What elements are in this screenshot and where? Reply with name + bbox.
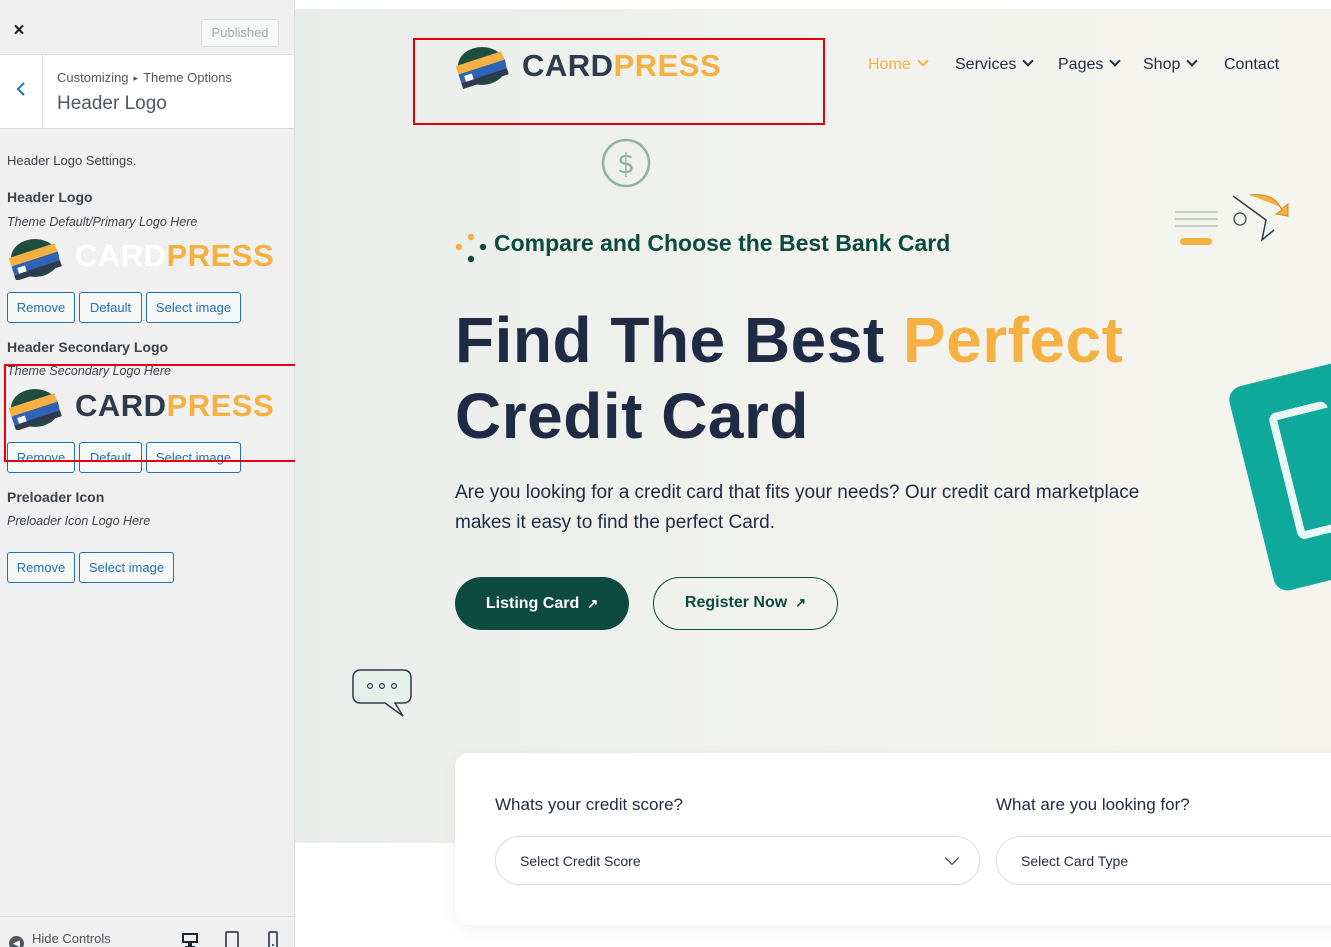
site-preview: CARDPRESS Home Services Pages Shop Conta…	[295, 0, 1331, 947]
breadcrumb: Customizing ▸ Theme Options	[57, 70, 232, 85]
dollar-coin-icon: $	[601, 138, 651, 188]
header-logo-label: Header Logo	[7, 189, 93, 205]
customizer-header: × Published	[0, 0, 294, 55]
card-type-label: What are you looking for?	[996, 795, 1190, 814]
headline-part2: Credit Card	[455, 380, 809, 452]
headline-part1: Find The Best	[455, 304, 903, 376]
header-logo-preview: CARDPRESS	[6, 236, 274, 281]
section-header: Customizing ▸ Theme Options Header Logo	[0, 55, 294, 129]
preloader-icon-description: Preloader Icon Logo Here	[7, 514, 151, 528]
mobile-icon[interactable]	[264, 931, 282, 947]
customizer-sidebar: × Published Customizing ▸ Theme Options He…	[0, 0, 295, 947]
chevron-down-icon	[1186, 55, 1199, 67]
preloader-remove-button[interactable]: Remove	[7, 552, 75, 583]
tablet-icon[interactable]	[223, 931, 241, 947]
card-type-select[interactable]: Select Card Type	[996, 836, 1331, 885]
desktop-icon[interactable]	[181, 931, 199, 947]
preloader-icon-label: Preloader Icon	[7, 489, 105, 505]
logo-wordmark: CARDPRESS	[75, 238, 274, 274]
preview-top-strip	[295, 0, 1331, 9]
header-logo-description: Theme Default/Primary Logo Here	[7, 215, 198, 229]
arrow-up-right-icon: ↗	[587, 596, 599, 611]
logo-text-part2: PRESS	[166, 238, 275, 273]
published-button[interactable]: Published	[201, 19, 279, 47]
breadcrumb-item: Customizing	[57, 70, 129, 85]
preloader-select-image-button[interactable]: Select image	[79, 552, 174, 583]
svg-text:$: $	[617, 147, 635, 180]
close-icon[interactable]: ×	[0, 0, 38, 55]
chat-bubble-icon	[352, 669, 412, 717]
highlight-box-header-logo	[413, 38, 825, 125]
logo-text-part1: CARD	[75, 238, 167, 273]
nav-shop[interactable]: Shop	[1143, 55, 1199, 74]
dots-icon	[455, 233, 487, 263]
secondary-logo-label: Header Secondary Logo	[7, 339, 169, 355]
header-logo-remove-button[interactable]: Remove	[7, 292, 75, 323]
collapse-arrow-icon: ◀	[9, 936, 24, 947]
settings-intro: Header Logo Settings.	[7, 153, 137, 168]
nav-contact[interactable]: Contact	[1224, 56, 1279, 74]
hero-tagline: Compare and Choose the Best Bank Card	[494, 230, 951, 256]
headline-accent: Perfect	[902, 304, 1124, 376]
falling-coin-arrow-icon	[1175, 194, 1289, 245]
register-now-button[interactable]: Register Now ↗	[653, 577, 838, 630]
nav-home[interactable]: Home	[868, 55, 929, 74]
header-logo-select-image-button[interactable]: Select image	[146, 292, 241, 323]
hide-controls-button[interactable]: ◀ Hide Controls	[9, 931, 111, 947]
header-logo-default-button[interactable]: Default	[79, 292, 142, 323]
credit-score-select[interactable]: Select Credit Score	[495, 836, 980, 885]
chevron-down-icon	[917, 55, 929, 67]
card-type-value: Select Card Type	[1021, 853, 1129, 869]
hero-paragraph: Are you looking for a credit card that f…	[455, 482, 1140, 533]
hero-headline: Find The Best Perfect Credit Card	[455, 302, 1123, 454]
nav-pages[interactable]: Pages	[1058, 55, 1122, 74]
nav-services[interactable]: Services	[955, 55, 1035, 74]
chevron-down-icon	[944, 850, 960, 866]
breadcrumb-separator-icon: ▸	[133, 73, 139, 83]
listing-card-button[interactable]: Listing Card ↗	[455, 577, 629, 630]
arrow-up-right-icon: ↗	[795, 595, 807, 610]
card-logo-icon	[8, 239, 62, 281]
chevron-down-icon	[1109, 55, 1122, 67]
credit-score-value: Select Credit Score	[520, 853, 641, 869]
customizer-footer: ◀ Hide Controls	[0, 916, 294, 947]
highlight-box-secondary-logo	[4, 364, 327, 462]
card-search-panel: Whats your credit score? Select Credit S…	[455, 753, 1331, 925]
credit-score-label: Whats your credit score?	[495, 795, 684, 814]
breadcrumb-item: Theme Options	[143, 70, 232, 85]
back-chevron-icon[interactable]	[0, 55, 43, 128]
chevron-down-icon	[1022, 55, 1035, 67]
hide-controls-label: Hide Controls	[32, 931, 111, 946]
section-title: Header Logo	[57, 93, 167, 114]
